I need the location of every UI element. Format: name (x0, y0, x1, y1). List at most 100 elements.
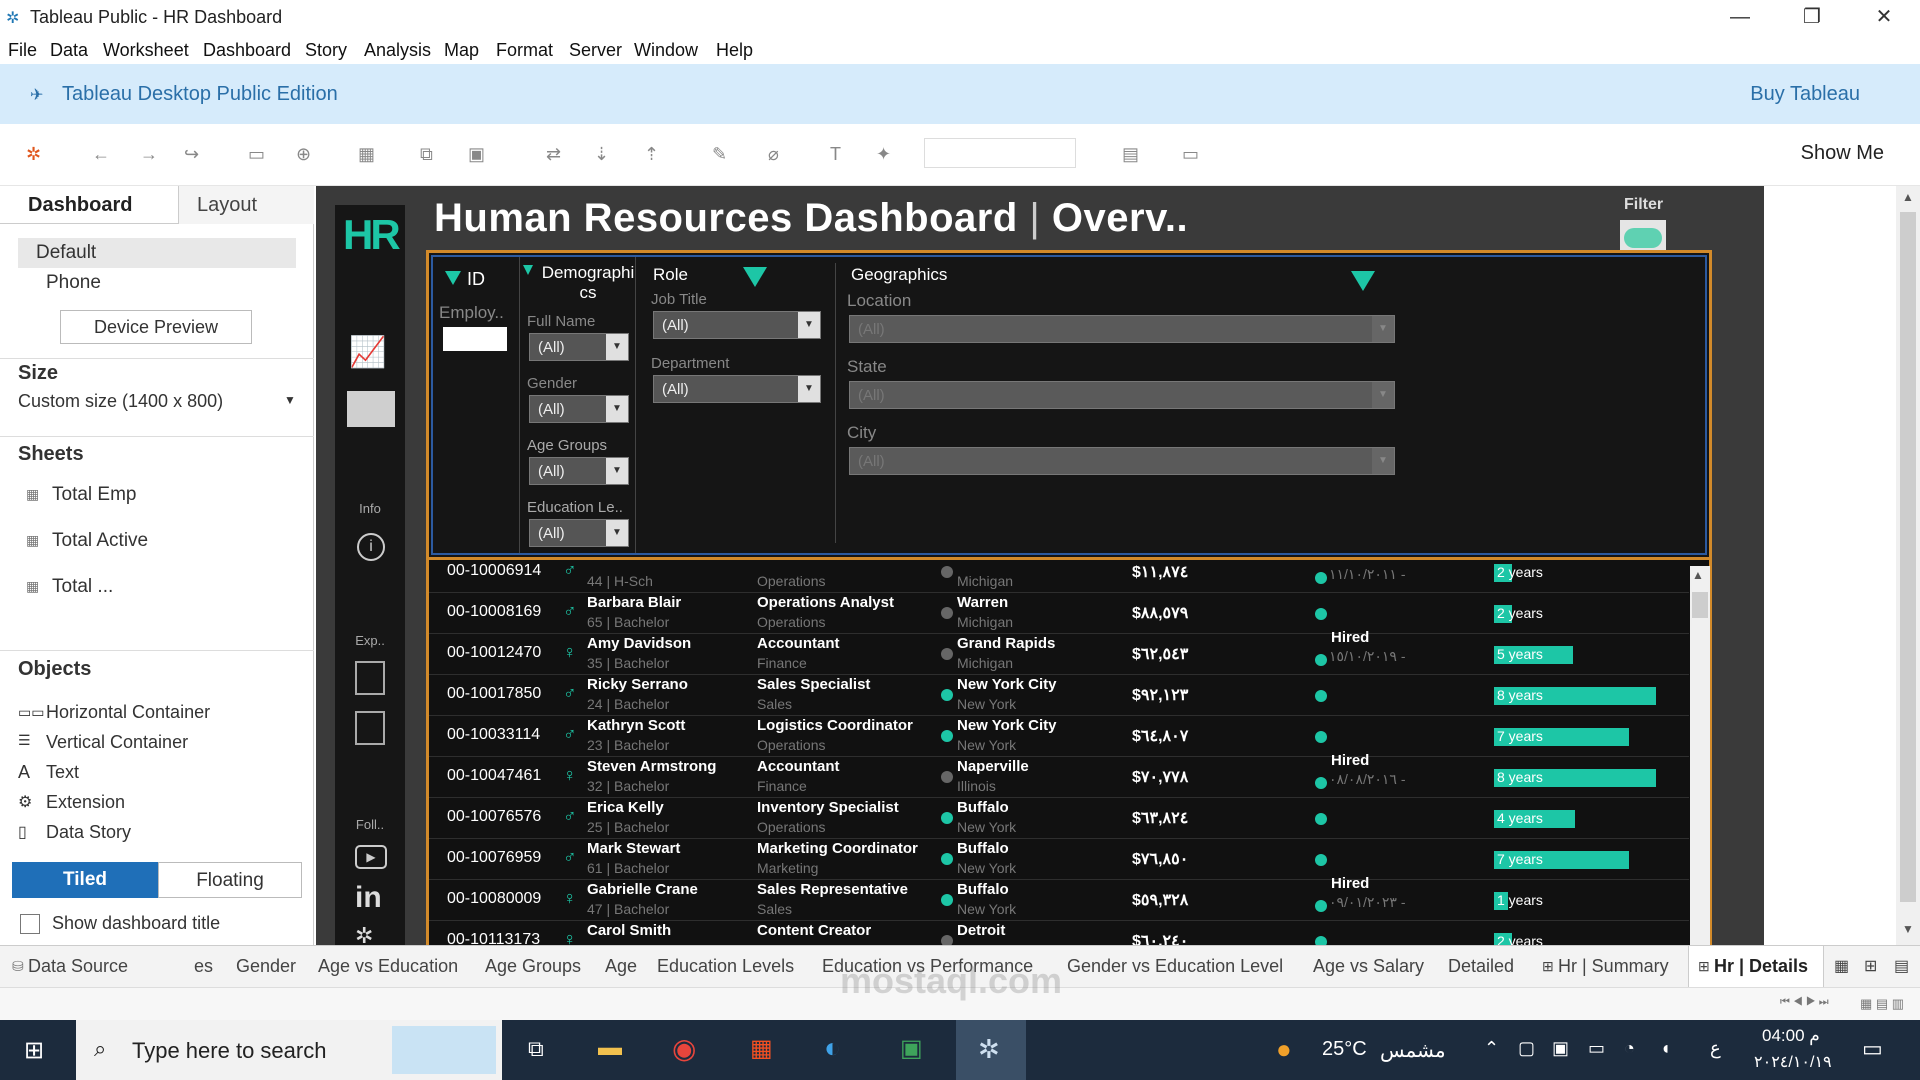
undo-icon[interactable]: ← (92, 144, 110, 165)
tab-dashboard[interactable]: Dashboard (0, 186, 178, 224)
info-icon[interactable]: i (357, 533, 385, 561)
table-row[interactable]: 00-10012470 ♀ Amy Davidson 35 | Bachelor Acc… (429, 629, 1689, 675)
device-preview-button[interactable]: Device Preview (60, 310, 252, 344)
full-name-dropdown[interactable]: (All) ▼ (529, 333, 629, 361)
menu-data[interactable]: Data (50, 40, 88, 61)
scroll-thumb[interactable] (1692, 592, 1708, 618)
tab-sheet[interactable]: es (194, 956, 213, 977)
object-item[interactable]: Horizontal Container (46, 702, 210, 723)
sheet-item[interactable]: Total Emp (52, 484, 136, 506)
table-row[interactable]: 00-10080009 ♀ Gabrielle Crane 47 | Bachelor… (429, 875, 1689, 921)
restore-button[interactable]: ❐ (1784, 2, 1840, 32)
geographics-toggle-icon[interactable] (1351, 271, 1375, 291)
table-row[interactable]: 00-10033114 ♂ Kathryn Scott 23 | Bachelor Lo… (429, 716, 1689, 757)
show-cards-icon[interactable]: ▤ (1122, 144, 1139, 165)
tab-sheet[interactable]: Age vs Salary (1313, 956, 1424, 977)
employee-id-input[interactable] (443, 327, 507, 351)
object-item[interactable]: Vertical Container (46, 732, 188, 753)
tab-data-source[interactable]: Data Source (28, 956, 128, 977)
volume-icon[interactable]: ◖ (1660, 1038, 1671, 1059)
highlight-icon[interactable]: ✎ (712, 144, 727, 165)
clear-sheet-icon[interactable]: ▣ (468, 144, 485, 165)
new-worksheet-tab-icon[interactable]: ▦ (1834, 956, 1849, 976)
save-icon[interactable]: ▭ (248, 144, 265, 165)
tab-dashboard[interactable]: Hr | Summary (1558, 956, 1669, 977)
tab-dashboard-active[interactable]: Hr | Details (1714, 956, 1808, 977)
tab-nav-arrows-icon[interactable]: ⏮ ◀ ▶ ⏭ (1780, 996, 1829, 1009)
show-me-button[interactable]: Show Me (1801, 142, 1884, 165)
fit-dropdown[interactable] (924, 138, 1076, 168)
chrome-icon[interactable]: ◉ (672, 1032, 696, 1065)
task-view-icon[interactable]: ⧉ (528, 1036, 544, 1062)
minimize-button[interactable]: — (1712, 2, 1768, 32)
demographics-toggle-icon[interactable] (523, 265, 533, 275)
age-groups-dropdown[interactable]: (All) ▼ (529, 457, 629, 485)
tray-chevron-icon[interactable]: ⌃ (1484, 1038, 1499, 1059)
sort-asc-icon[interactable]: ⇣ (594, 144, 609, 165)
job-title-dropdown[interactable]: (All) ▼ (653, 311, 821, 339)
language-indicator[interactable]: ع (1710, 1038, 1721, 1059)
windows-start-icon[interactable]: ⊞ (24, 1036, 44, 1065)
menu-worksheet[interactable]: Worksheet (103, 40, 189, 61)
pin-axes-icon[interactable]: ✦ (876, 144, 891, 165)
store-icon[interactable]: ▦ (750, 1034, 773, 1063)
presentation-icon[interactable]: ▭ (1182, 144, 1199, 165)
new-story-tab-icon[interactable]: ▤ (1894, 956, 1909, 976)
file-explorer-icon[interactable]: ▬ (598, 1034, 622, 1062)
scroll-down-icon[interactable]: ▼ (1902, 922, 1914, 936)
edge-icon[interactable]: ◐ (824, 1032, 841, 1064)
table-row[interactable]: 00-10076959 ♂ Mark Stewart 61 | Bachelor Mar… (429, 839, 1689, 880)
menu-map[interactable]: Map (444, 40, 479, 61)
scroll-up-icon[interactable]: ▲ (1692, 568, 1704, 582)
redo-icon[interactable]: → (140, 144, 158, 165)
table-scrollbar[interactable]: ▲ (1690, 566, 1710, 945)
department-dropdown[interactable]: (All) ▼ (653, 375, 821, 403)
new-worksheet-icon[interactable]: ▦ (358, 144, 375, 165)
chevron-down-icon[interactable]: ▼ (284, 393, 296, 407)
scroll-thumb[interactable] (1900, 212, 1916, 902)
label-icon[interactable]: T (830, 144, 841, 165)
table-row[interactable]: 00-10006914 ♂ 44 | H-Sch Operations Michigan… (429, 560, 1689, 593)
location-dropdown[interactable]: (All) ▼ (849, 315, 1395, 343)
group-icon[interactable]: ⌀ (768, 144, 779, 165)
table-row[interactable]: 00-10047461 ♀ Steven Armstrong 32 | Bachelo… (429, 752, 1689, 798)
menu-server[interactable]: Server (569, 40, 622, 61)
tab-layout[interactable]: Layout (178, 186, 314, 224)
swap-icon[interactable]: ⇄ (546, 144, 561, 165)
clock-time[interactable]: 04:00 م (1762, 1026, 1820, 1046)
menu-dashboard[interactable]: Dashboard (203, 40, 291, 61)
id-toggle-icon[interactable] (445, 271, 461, 285)
excel-icon[interactable]: ▣ (900, 1034, 923, 1063)
state-dropdown[interactable]: (All) ▼ (849, 381, 1395, 409)
youtube-icon[interactable]: ▶ (355, 845, 387, 869)
scroll-up-icon[interactable]: ▲ (1902, 190, 1914, 204)
gender-dropdown[interactable]: (All) ▼ (529, 395, 629, 423)
tab-sheet[interactable]: Education Levels (657, 956, 794, 977)
menu-file[interactable]: File (8, 40, 37, 61)
table-row[interactable]: 00-10017850 ♂ Ricky Serrano 24 | Bachelor Sa… (429, 675, 1689, 716)
replace-data-icon[interactable]: ↪ (184, 144, 199, 165)
show-title-checkbox[interactable] (20, 914, 40, 934)
menu-story[interactable]: Story (305, 40, 347, 61)
sheet-item[interactable]: Total Active (52, 530, 148, 552)
table-icon[interactable] (347, 391, 395, 427)
size-dropdown[interactable]: Custom size (1400 x 800) (18, 391, 223, 412)
battery-icon[interactable]: ▭ (1588, 1038, 1605, 1059)
tab-sheet[interactable]: Age vs Education (318, 956, 458, 977)
table-row[interactable]: 00-10076576 ♂ Erica Kelly 25 | Bachelor Inve… (429, 798, 1689, 839)
image-export-icon[interactable] (355, 711, 385, 745)
duplicate-icon[interactable]: ⧉ (420, 144, 433, 165)
object-item[interactable]: Text (46, 762, 79, 783)
tab-sheet[interactable]: Gender vs Education Level (1067, 956, 1283, 977)
camera-icon[interactable]: ▣ (1552, 1038, 1569, 1059)
tiled-button[interactable]: Tiled (12, 862, 158, 898)
pdf-icon[interactable] (355, 661, 385, 695)
tab-sheet[interactable]: Age (605, 956, 637, 977)
menu-help[interactable]: Help (716, 40, 753, 61)
menu-analysis[interactable]: Analysis (364, 40, 431, 61)
tab-sheet[interactable]: Detailed (1448, 956, 1514, 977)
chart-icon[interactable]: 📈 (349, 335, 386, 370)
menu-format[interactable]: Format (496, 40, 553, 61)
view-mode-icon[interactable]: ▦ ▤ ▥ (1860, 996, 1904, 1012)
menu-window[interactable]: Window (634, 40, 698, 61)
